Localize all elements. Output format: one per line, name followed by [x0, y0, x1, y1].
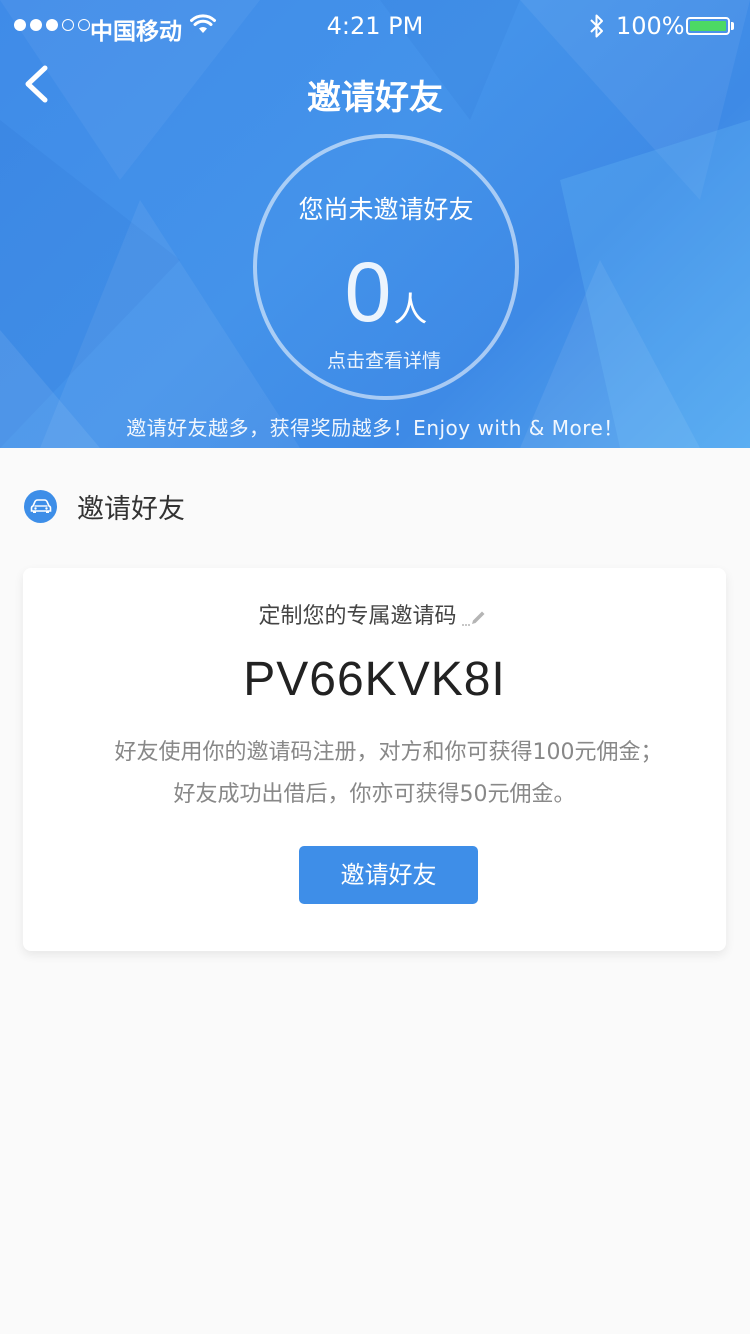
slogan-text: 邀请好友越多，获得奖励越多！Enjoy with & More！	[126, 416, 624, 440]
summary-title: 您尚未邀请好友	[298, 195, 474, 224]
invite-count: 0人	[257, 250, 515, 334]
battery-level	[690, 21, 726, 31]
reward-description-line1: 好友使用你的邀请码注册，对方和你可获得100元佣金；	[114, 740, 663, 765]
invite-code: PV66KVK8I	[243, 653, 506, 706]
bluetooth-icon	[590, 14, 603, 38]
section-title: 邀请好友	[77, 493, 185, 525]
pencil-icon[interactable]	[461, 607, 491, 627]
page-title: 邀请好友	[307, 78, 443, 118]
custom-code-label: 定制您的专属邀请码	[23, 598, 726, 630]
battery-icon	[686, 17, 730, 35]
status-bar: 中国移动 4:21 PM 100%	[0, 0, 750, 54]
view-details-link[interactable]: 点击查看详情	[251, 346, 517, 373]
car-icon	[24, 489, 57, 523]
header-banner: 中国移动 4:21 PM 100% 邀请好友 您尚未邀请好友 0人 点击查看详情…	[0, 0, 750, 448]
reward-description-line2: 好友成功出借后，你亦可获得50元佣金。	[173, 782, 576, 807]
invite-code-card: 定制您的专属邀请码 PV66KVK8I 好友使用你的邀请码注册，对方和你可获得1…	[23, 568, 726, 951]
invite-count-unit: 人	[393, 290, 428, 330]
custom-code-text: 定制您的专属邀请码	[258, 604, 457, 629]
battery-tip	[731, 22, 734, 30]
invite-friends-button[interactable]: 邀请好友	[299, 846, 478, 904]
battery-percentage: 100%	[616, 12, 685, 40]
invite-count-value: 0	[344, 245, 392, 339]
section-header: 邀请好友	[24, 488, 185, 525]
invite-summary-circle[interactable]: 您尚未邀请好友 0人 点击查看详情	[253, 134, 519, 400]
